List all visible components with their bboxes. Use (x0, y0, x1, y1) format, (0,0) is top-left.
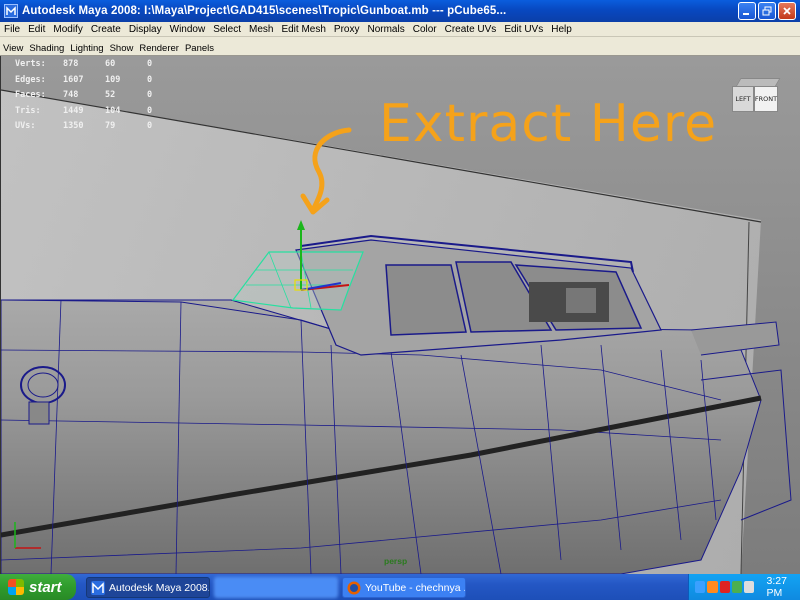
hud-value: 0 (147, 105, 153, 116)
hud-label: UVs: (15, 121, 36, 131)
hud-value: 1350 (63, 121, 84, 131)
taskbar: start Autodesk Maya 2008... YouTube - ch… (0, 574, 800, 600)
perspective-viewport[interactable]: Verts: 878 60 0 Edges: 1607 109 0 Faces:… (0, 56, 800, 574)
zonealarm-icon[interactable] (719, 581, 730, 593)
hud-value: 878 (63, 59, 79, 69)
window-title: Autodesk Maya 2008: I:\Maya\Project\GAD4… (22, 5, 507, 17)
hud-value: 0 (147, 90, 153, 100)
minimize-icon (743, 13, 749, 15)
close-button[interactable] (778, 2, 796, 20)
menu-proxy[interactable]: Proxy (330, 24, 364, 35)
close-icon (783, 7, 791, 15)
maya-app-icon[interactable] (4, 4, 18, 18)
menu-edit-mesh[interactable]: Edit Mesh (277, 24, 329, 35)
taskbar-item-label: Autodesk Maya 2008... (109, 581, 210, 594)
restore-icon (762, 6, 772, 16)
menu-color[interactable]: Color (409, 24, 441, 35)
cabin-window (385, 264, 467, 336)
hud-value: 52 (105, 90, 116, 100)
annotation-text: Extract Here (379, 94, 718, 154)
view-cube-front[interactable]: FRONT (754, 86, 778, 112)
hud-label: Faces: (15, 90, 46, 100)
menu-create-uvs[interactable]: Create UVs (441, 24, 501, 35)
menu-select[interactable]: Select (209, 24, 245, 35)
hud-value: 109 (105, 74, 121, 85)
menu-file[interactable]: File (0, 24, 24, 35)
panel-menu-show[interactable]: Show (107, 43, 137, 54)
firefox-icon (347, 581, 361, 594)
volume-icon[interactable] (744, 581, 755, 593)
security-icon[interactable] (707, 581, 718, 593)
menu-help[interactable]: Help (547, 24, 576, 35)
hud-value: 1449 (63, 105, 84, 116)
menu-edit[interactable]: Edit (24, 24, 49, 35)
hud-row-faces: Faces: 748 52 0 (15, 88, 189, 104)
hud-row-edges: Edges: 1607 109 0 (15, 73, 189, 89)
panel-menubar: View Shading Lighting Show Renderer Pane… (0, 42, 800, 56)
hud-value: 0 (147, 59, 153, 69)
hud-row-uvs: UVs: 1350 79 0 (15, 119, 189, 135)
hud-label: Tris: (15, 105, 41, 116)
menu-window[interactable]: Window (166, 24, 210, 35)
hud-value: 104 (105, 105, 121, 116)
taskbar-item-maya[interactable]: Autodesk Maya 2008... (86, 577, 210, 598)
view-cube-left[interactable]: LEFT (732, 86, 754, 112)
menu-edit-uvs[interactable]: Edit UVs (500, 24, 547, 35)
panel-menu-view[interactable]: View (0, 43, 26, 54)
hud-value: 1607 (63, 74, 84, 85)
hud-value: 0 (147, 74, 153, 85)
view-cube[interactable]: LEFT FRONT (732, 78, 781, 118)
hud-row-tris: Tris: 1449 104 0 (15, 104, 189, 120)
hud-value: 748 (63, 90, 79, 100)
network-icon[interactable] (695, 581, 706, 593)
menu-mesh[interactable]: Mesh (245, 24, 277, 35)
camera-label: persp (384, 556, 408, 566)
minimize-button[interactable] (738, 2, 756, 20)
hud-value: 79 (105, 121, 116, 131)
system-tray: 3:27 PM (688, 574, 800, 600)
menu-create[interactable]: Create (87, 24, 125, 35)
start-button[interactable]: start (0, 574, 76, 600)
hud-value: 0 (147, 121, 153, 131)
menu-normals[interactable]: Normals (363, 24, 408, 35)
hud-label: Edges: (15, 74, 46, 85)
tray-app-icon[interactable] (731, 581, 743, 593)
maya-icon (91, 580, 105, 595)
menu-display[interactable]: Display (125, 24, 166, 35)
taskbar-item-blurred[interactable] (214, 577, 338, 598)
start-label: start (29, 578, 62, 596)
main-menubar: File Edit Modify Create Display Window S… (0, 22, 800, 37)
menu-modify[interactable]: Modify (49, 24, 86, 35)
panel-menu-renderer[interactable]: Renderer (136, 43, 182, 54)
clock[interactable]: 3:27 PM (766, 575, 800, 599)
windows-logo-icon (8, 579, 24, 595)
poly-count-hud: Verts: 878 60 0 Edges: 1607 109 0 Faces:… (15, 57, 189, 135)
taskbar-item-youtube[interactable]: YouTube - chechnya ... (342, 577, 466, 598)
panel-menu-panels[interactable]: Panels (182, 43, 217, 54)
title-bar: Autodesk Maya 2008: I:\Maya\Project\GAD4… (0, 0, 800, 22)
hud-label: Verts: (15, 59, 46, 69)
hud-row-verts: Verts: 878 60 0 (15, 57, 189, 73)
panel-menu-shading[interactable]: Shading (26, 43, 67, 54)
restore-button[interactable] (758, 2, 776, 20)
panel-menu-lighting[interactable]: Lighting (67, 43, 106, 54)
hud-value: 60 (105, 59, 116, 69)
taskbar-item-label: YouTube - chechnya ... (365, 581, 466, 594)
